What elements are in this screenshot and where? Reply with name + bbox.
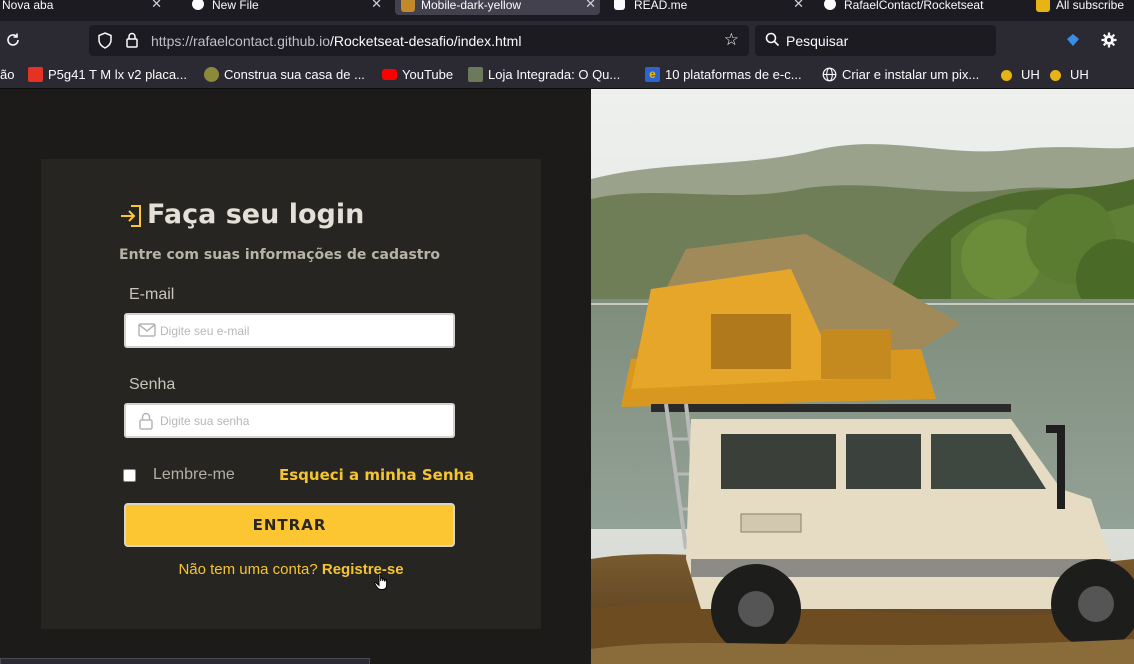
extension-diamond-icon[interactable]	[1066, 32, 1080, 51]
aliexpress-icon	[28, 67, 43, 82]
close-icon[interactable]: ✕	[151, 0, 162, 10]
signup-prompt: Não tem uma conta? Registre-se	[41, 561, 541, 578]
tab-subscriptions[interactable]: All subscribe	[1030, 0, 1134, 15]
enter-button[interactable]: ENTRAR	[124, 503, 455, 547]
close-icon[interactable]: ✕	[371, 0, 382, 10]
bookmark-uh-1[interactable]: UH	[1001, 67, 1040, 83]
tab-new-file[interactable]: New File ✕	[186, 0, 386, 15]
lock-icon[interactable]	[125, 32, 139, 53]
uh-icon	[1001, 70, 1012, 81]
bookmark-youtube[interactable]: YouTube	[382, 67, 453, 83]
password-field[interactable]	[124, 403, 455, 438]
hand-cursor-icon	[374, 573, 390, 595]
bookmark-aliexpress[interactable]: P5g41 T M lx v2 placa...	[28, 67, 187, 83]
register-link[interactable]: Registre-se	[322, 561, 404, 578]
github-icon	[824, 0, 836, 10]
file-icon	[614, 0, 625, 10]
e-icon: e	[645, 67, 660, 82]
tab-github-repo[interactable]: RafaelContact/Rocketseat	[818, 0, 1028, 15]
email-label: E-mail	[129, 286, 175, 303]
tab-new-tab[interactable]: Nova aba ✕	[0, 0, 166, 15]
login-card: Faça seu login Entre com suas informaçõe…	[41, 159, 541, 629]
address-bar[interactable]: https://rafaelcontact.github.io/Rocketse…	[89, 25, 749, 56]
page-content: Faça seu login Entre com suas informaçõe…	[0, 89, 1134, 664]
site-icon	[204, 67, 219, 82]
bookmark-pixel[interactable]: Criar e instalar um pix...	[822, 67, 979, 83]
password-input[interactable]	[160, 412, 440, 430]
youtube-icon	[382, 69, 397, 80]
bookmark-loja-integrada[interactable]: Loja Integrada: O Qu...	[468, 67, 620, 83]
globe-icon	[822, 67, 837, 82]
tab-strip: Nova aba ✕ New File ✕ Mobile-dark-yellow…	[0, 0, 1134, 21]
navigation-toolbar: https://rafaelcontact.github.io/Rocketse…	[0, 21, 1134, 61]
url-text[interactable]: https://rafaelcontact.github.io/Rocketse…	[151, 33, 521, 49]
search-placeholder: Pesquisar	[786, 33, 849, 49]
bookmark-construa[interactable]: Construa sua casa de ...	[204, 67, 365, 83]
email-input[interactable]	[160, 322, 440, 340]
hero-image	[591, 89, 1134, 664]
remember-checkbox[interactable]	[123, 469, 136, 482]
password-label: Senha	[129, 376, 176, 393]
no-account-text: Não tem uma conta?	[178, 561, 318, 578]
mail-icon	[138, 322, 156, 342]
bookmarks-toolbar: ão P5g41 T M lx v2 placa... Construa sua…	[0, 61, 1134, 89]
bookmark-star-icon[interactable]: ☆	[724, 30, 739, 50]
close-icon[interactable]: ✕	[585, 0, 596, 10]
bookmark-plataformas[interactable]: e 10 plataformas de e-c...	[645, 67, 802, 83]
bell-icon	[1036, 0, 1050, 12]
lock-icon	[138, 412, 154, 434]
bookmark-folder[interactable]: ão	[0, 67, 14, 83]
search-bar[interactable]: Pesquisar	[755, 25, 996, 56]
email-field[interactable]	[124, 313, 455, 348]
shield-icon[interactable]	[97, 32, 113, 53]
page-icon	[401, 0, 415, 12]
status-bar	[0, 658, 370, 664]
tab-mobile-dark-yellow[interactable]: Mobile-dark-yellow ✕	[395, 0, 600, 15]
login-subtitle: Entre com suas informações de cadastro	[119, 247, 441, 263]
page-title: Faça seu login	[147, 199, 365, 230]
tab-readme[interactable]: READ.me ✕	[608, 0, 808, 15]
remember-label: Lembre-me	[153, 466, 235, 483]
search-icon	[765, 32, 780, 51]
bookmark-uh-2[interactable]: UH	[1050, 67, 1089, 83]
github-icon	[192, 0, 204, 10]
close-icon[interactable]: ✕	[793, 0, 804, 10]
site-icon	[468, 67, 483, 82]
login-pane: Faça seu login Entre com suas informaçõe…	[0, 89, 591, 664]
forgot-password-link[interactable]: Esqueci a minha Senha	[279, 466, 474, 484]
uh-icon	[1050, 70, 1061, 81]
reload-icon[interactable]	[5, 32, 21, 48]
settings-gear-icon[interactable]	[1101, 32, 1117, 52]
